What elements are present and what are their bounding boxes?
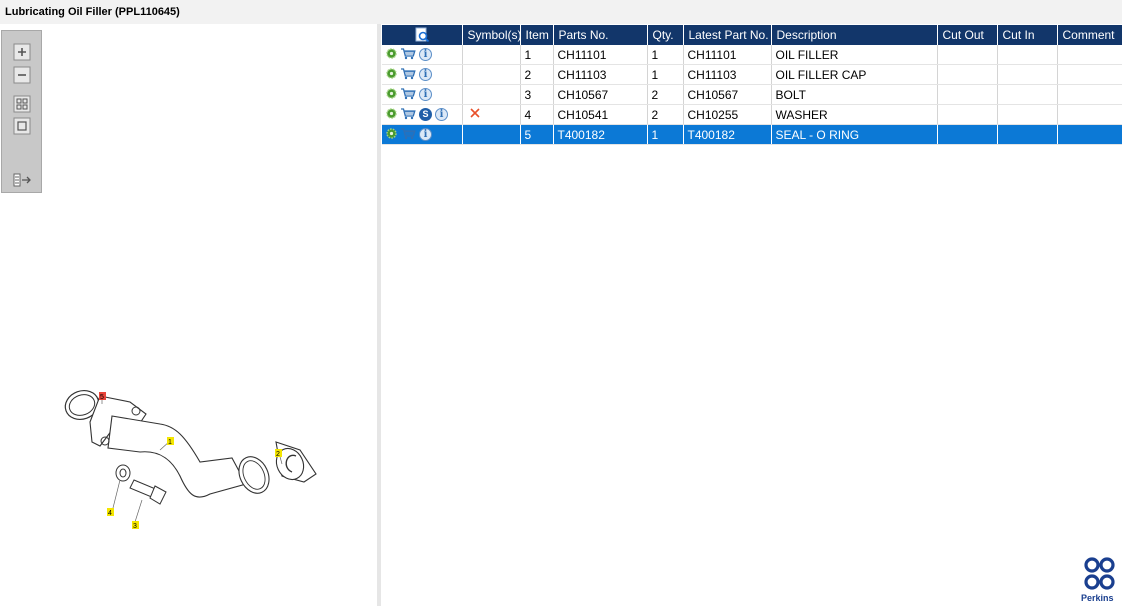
column-header-latest-part-no[interactable]: Latest Part No. xyxy=(683,25,772,45)
latest-part-no-cell: CH10255 xyxy=(683,104,772,125)
cut-in-cell xyxy=(997,45,1058,65)
description-cell: OIL FILLER xyxy=(771,45,938,65)
column-header-symbols[interactable]: Symbol(s) xyxy=(462,25,521,45)
cart-icon[interactable] xyxy=(400,127,416,143)
cut-out-cell xyxy=(937,45,998,65)
callout-label: 1 xyxy=(168,439,172,446)
table-body: i 1 CH11101 1 CH11101 OIL FILLER i 2 CH11103 1 CH1… xyxy=(382,45,1122,145)
callout-label: 3 xyxy=(133,523,137,530)
part-no-cell: CH11101 xyxy=(553,45,648,65)
column-header-cut-in[interactable]: Cut In xyxy=(997,25,1058,45)
item-cell: 4 xyxy=(520,104,554,125)
callout-label: 5 xyxy=(100,394,104,401)
column-header-qty[interactable]: Qty. xyxy=(647,25,684,45)
pane-splitter[interactable] xyxy=(377,24,381,606)
row-actions-cell: i xyxy=(382,124,463,145)
latest-part-no-cell: CH11103 xyxy=(683,64,772,85)
comment-cell xyxy=(1057,124,1122,145)
part-no-cell: CH10567 xyxy=(553,84,648,105)
row-actions-cell: i xyxy=(382,64,463,85)
item-cell: 2 xyxy=(520,64,554,85)
supersession-icon[interactable]: S xyxy=(419,108,432,121)
symbol-cell xyxy=(462,64,521,85)
table-row[interactable]: i 5 T400182 1 T400182 SEAL - O RING xyxy=(382,124,1122,145)
qty-cell: 2 xyxy=(647,104,684,125)
cut-out-cell xyxy=(937,124,998,145)
gear-icon[interactable] xyxy=(386,67,397,82)
info-icon[interactable]: i xyxy=(419,48,432,61)
qty-cell: 2 xyxy=(647,84,684,105)
symbol-cell xyxy=(462,45,521,65)
cut-in-cell xyxy=(997,104,1058,125)
cut-in-cell xyxy=(997,84,1058,105)
row-actions-cell: Si xyxy=(382,104,463,125)
item-cell: 5 xyxy=(520,124,554,145)
item-cell: 1 xyxy=(520,45,554,65)
comment-cell xyxy=(1057,104,1122,125)
comment-cell xyxy=(1057,84,1122,105)
symbol-cell xyxy=(462,104,521,125)
diagram-pane[interactable]: 5 1 2 4 3 xyxy=(0,24,377,606)
table-header-row: Symbol(s) Item Parts No. Qty. Latest Par… xyxy=(382,25,1122,45)
cart-icon[interactable] xyxy=(400,47,416,63)
symbol-cell xyxy=(462,84,521,105)
column-header-item[interactable]: Item xyxy=(520,25,554,45)
part-no-cell: CH11103 xyxy=(553,64,648,85)
title-bar: Lubricating Oil Filler (PPL110645) xyxy=(0,0,1122,24)
gear-icon[interactable] xyxy=(386,87,397,102)
table-row[interactable]: i 2 CH11103 1 CH11103 OIL FILLER CAP xyxy=(382,64,1122,85)
table-row[interactable]: i 3 CH10567 2 CH10567 BOLT xyxy=(382,84,1122,105)
table-row[interactable]: i 1 CH11101 1 CH11101 OIL FILLER xyxy=(382,45,1122,65)
search-document-icon xyxy=(415,27,429,43)
x-mark-icon xyxy=(469,107,481,122)
cut-out-cell xyxy=(937,104,998,125)
qty-cell: 1 xyxy=(647,124,684,145)
column-header-parts-no[interactable]: Parts No. xyxy=(553,25,648,45)
description-cell: BOLT xyxy=(771,84,938,105)
cut-in-cell xyxy=(997,64,1058,85)
info-icon[interactable]: i xyxy=(419,88,432,101)
callout-label: 4 xyxy=(108,510,112,517)
gear-icon[interactable] xyxy=(386,107,397,122)
column-header-cut-out[interactable]: Cut Out xyxy=(937,25,998,45)
comment-cell xyxy=(1057,45,1122,65)
description-cell: SEAL - O RING xyxy=(771,124,938,145)
qty-cell: 1 xyxy=(647,45,684,65)
part-no-cell: T400182 xyxy=(553,124,648,145)
part-no-cell: CH10541 xyxy=(553,104,648,125)
column-header-actions[interactable] xyxy=(382,25,463,45)
table-row[interactable]: Si 4 CH10541 2 CH10255 WASHER xyxy=(382,104,1122,125)
description-cell: OIL FILLER CAP xyxy=(771,64,938,85)
exploded-parts-diagram[interactable]: 5 1 2 4 3 xyxy=(0,24,377,606)
info-icon[interactable]: i xyxy=(419,128,432,141)
latest-part-no-cell: T400182 xyxy=(683,124,772,145)
row-actions-cell: i xyxy=(382,84,463,105)
cart-icon[interactable] xyxy=(400,87,416,103)
gear-icon[interactable] xyxy=(386,47,397,62)
column-header-comment[interactable]: Comment xyxy=(1057,25,1122,45)
brand-name: Perkins xyxy=(1081,593,1114,603)
gear-icon[interactable] xyxy=(386,127,397,142)
symbol-cell xyxy=(462,124,521,145)
comment-cell xyxy=(1057,64,1122,85)
description-cell: WASHER xyxy=(771,104,938,125)
window-title: Lubricating Oil Filler (PPL110645) xyxy=(5,6,180,18)
washer-part xyxy=(115,464,131,482)
item-cell: 3 xyxy=(520,84,554,105)
cut-out-cell xyxy=(937,64,998,85)
callout-label: 2 xyxy=(276,451,280,458)
column-header-description[interactable]: Description xyxy=(771,25,938,45)
latest-part-no-cell: CH11101 xyxy=(683,45,772,65)
cut-out-cell xyxy=(937,84,998,105)
info-icon[interactable]: i xyxy=(419,68,432,81)
cut-in-cell xyxy=(997,124,1058,145)
latest-part-no-cell: CH10567 xyxy=(683,84,772,105)
row-actions-cell: i xyxy=(382,45,463,65)
cart-icon[interactable] xyxy=(400,67,416,83)
qty-cell: 1 xyxy=(647,64,684,85)
cart-icon[interactable] xyxy=(400,107,416,123)
info-icon[interactable]: i xyxy=(435,108,448,121)
parts-table: Symbol(s) Item Parts No. Qty. Latest Par… xyxy=(382,25,1122,145)
